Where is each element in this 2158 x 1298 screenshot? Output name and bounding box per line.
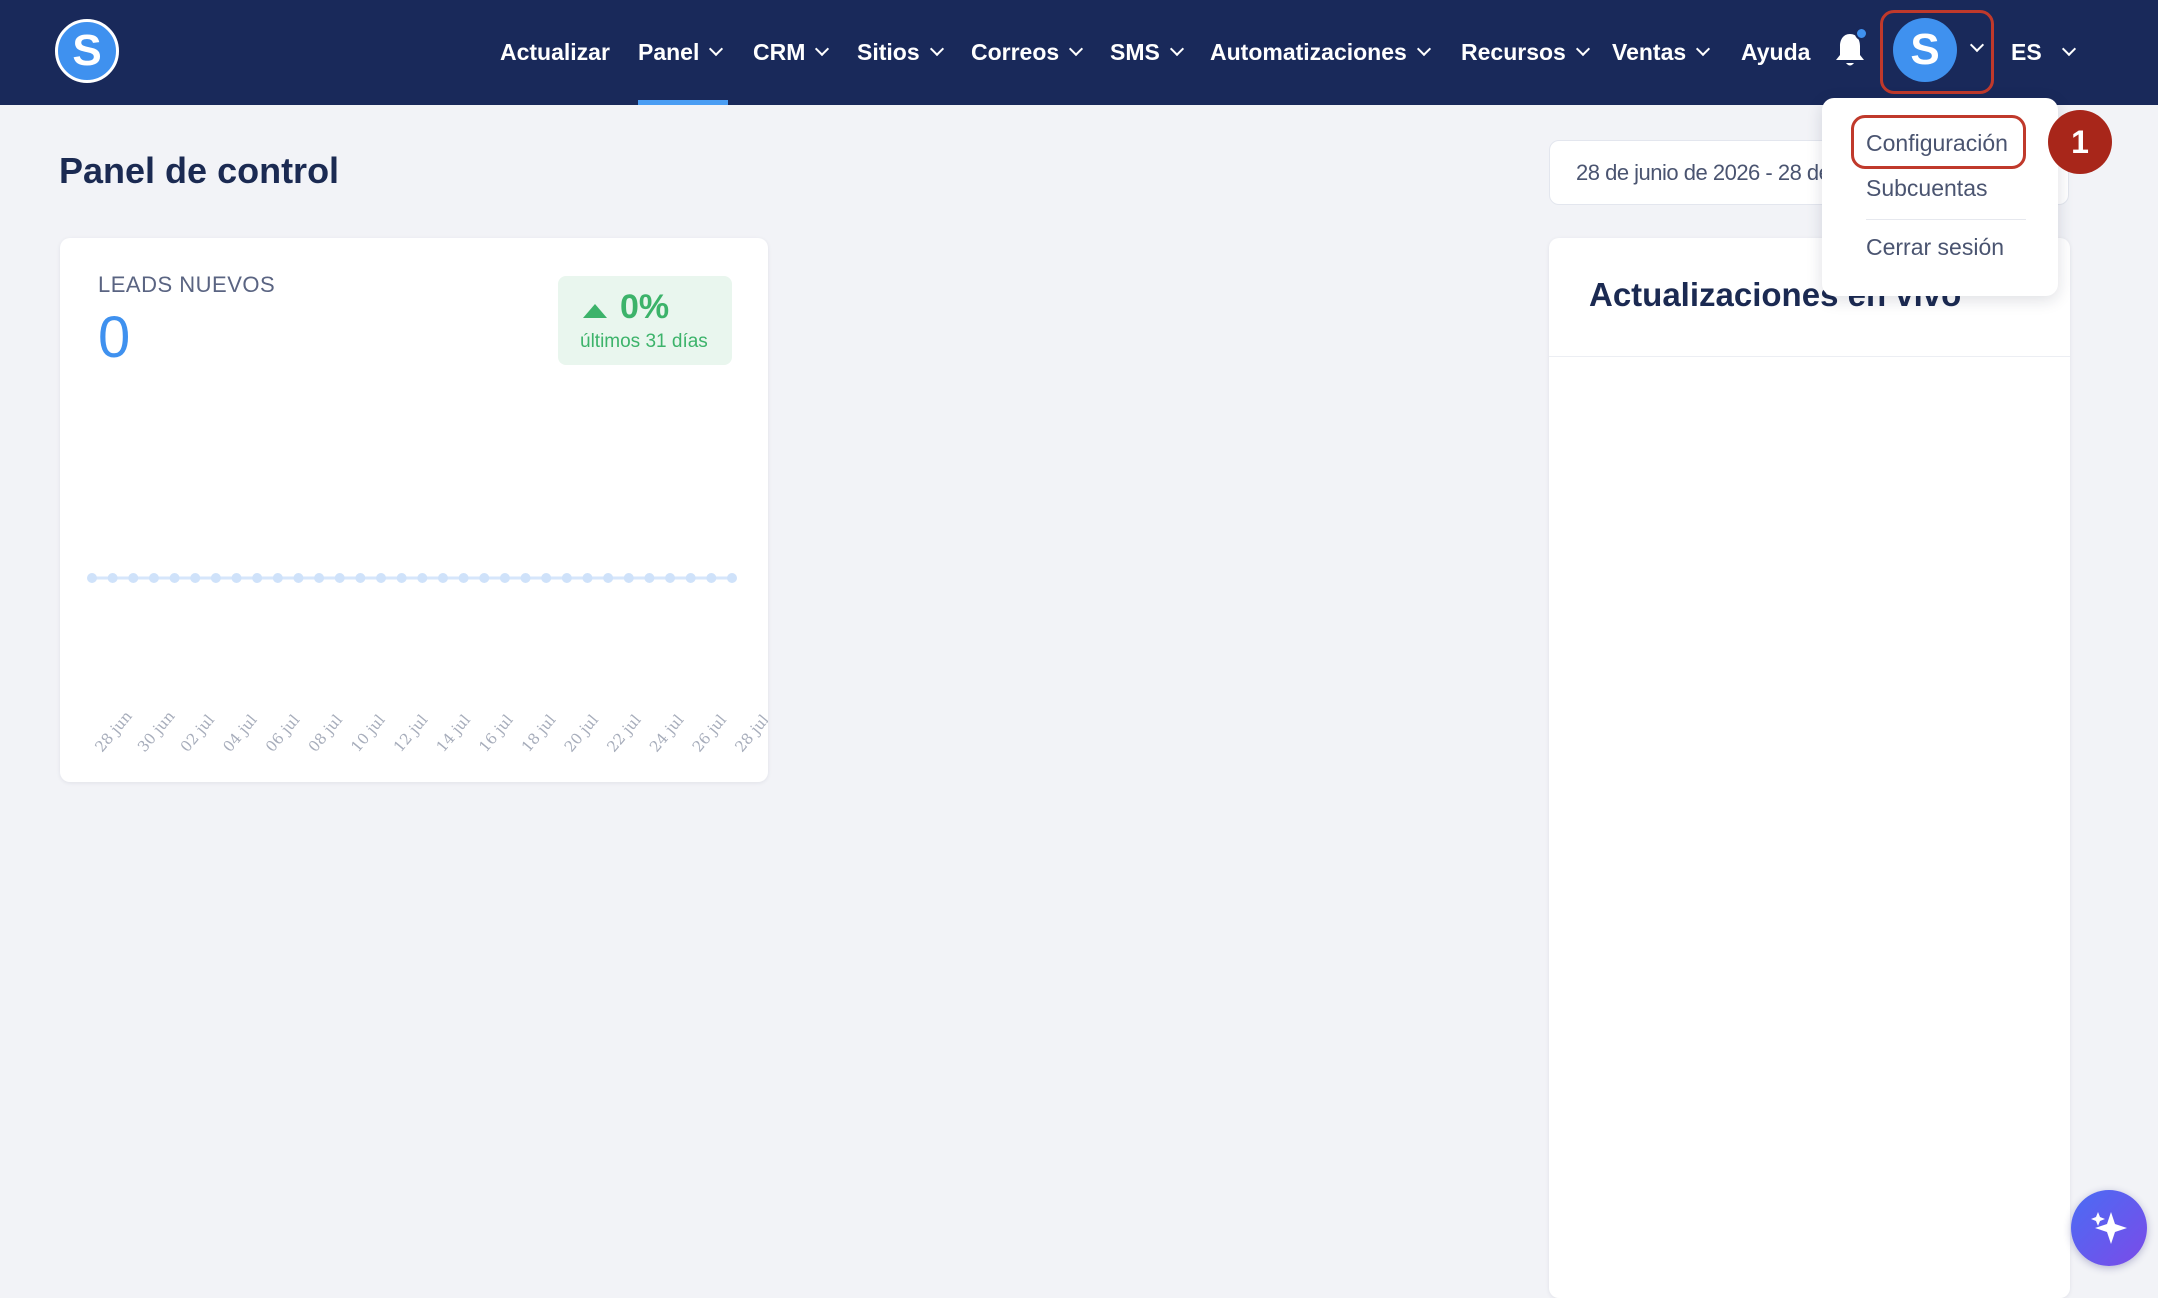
data-point [706,573,717,583]
data-point [376,573,387,583]
nav-item-ayuda[interactable]: Ayuda [1741,0,1810,105]
data-point [417,573,428,583]
live-updates-card: Actualizaciones en vivo [1549,238,2070,1298]
data-point [396,573,407,583]
nav-label: Ventas [1612,39,1687,65]
ai-assistant-button[interactable] [2071,1190,2147,1266]
nav-item-crm[interactable]: CRM [753,0,830,105]
nav-label: Correos [971,39,1060,65]
data-point [541,573,552,583]
leads-card: LEADS NUEVOS 0 0% últimos 31 días 28 jun… [60,238,768,782]
leads-chart: 28 jun30 jun02 jul 04 jul 06 jul 08 jul 10 j… [87,573,768,756]
notification-dot [1855,27,1868,40]
nav-label: Automatizaciones [1210,39,1407,65]
data-point [128,573,139,583]
menu-item-highlight [1851,115,2026,169]
page-title: Panel de control [59,150,340,191]
nav-label: Recursos [1461,39,1566,65]
nav-label: SMS [1110,39,1160,65]
data-point [293,573,304,583]
avatar[interactable]: S [1893,18,1957,82]
x-tick-label: 28 jun [91,707,136,755]
step-number: 1 [2071,123,2089,160]
chevron-down-icon [815,41,830,57]
data-point [107,573,118,583]
data-point [727,573,737,583]
x-tick-label: 24 jul [646,711,688,756]
data-point [479,573,490,583]
divider [1866,219,2026,220]
x-tick-label: 14 jul [433,711,475,756]
data-point [458,573,469,583]
chevron-down-icon [2061,41,2076,57]
nav-item-automatizaciones[interactable]: Automatizaciones [1210,0,1431,105]
chevron-down-icon [1696,41,1711,57]
nav-item-ventas[interactable]: Ventas [1612,0,1711,105]
x-tick-label: 06 jul [262,711,304,756]
active-tab-indicator [638,100,728,105]
data-point [561,573,572,583]
x-tick-label: 10 jul [347,711,389,756]
top-navbar: S Actualizar Panel CRM Sitios Correos SM… [0,0,2158,105]
chevron-down-icon [709,41,724,57]
data-point [603,573,614,583]
x-tick-label: 02 jul [177,711,219,756]
x-tick-label: 28 jul [731,711,768,756]
data-point [520,573,531,583]
data-point [499,573,510,583]
data-point [623,573,634,583]
data-point [314,573,325,583]
data-point [355,573,366,583]
data-point [644,573,655,583]
data-point [582,573,593,583]
x-tick-label: 08 jul [305,711,347,756]
chevron-down-icon [1575,41,1590,57]
x-tick-label: 04 jul [219,711,261,756]
x-tick-label: 22 jul [603,711,645,756]
x-tick-label: 20 jul [561,711,603,756]
data-point [190,573,201,583]
x-tick-label: 18 jul [518,711,560,756]
chevron-down-icon [1416,41,1431,57]
x-tick-label: 16 jul [475,711,517,756]
data-point [252,573,263,583]
nav-item-recursos[interactable]: Recursos [1461,0,1590,105]
avatar-letter: S [1910,25,1940,74]
nav-label: Ayuda [1741,39,1811,65]
step-badge: 1 [2048,110,2112,174]
data-point [87,573,97,583]
language-selector[interactable]: ES [2011,0,2076,105]
data-point [148,573,159,583]
chevron-down-icon [1069,41,1084,57]
nav-label: Panel [638,39,700,65]
nav-item-panel[interactable]: Panel [638,0,724,105]
data-point [334,573,345,583]
data-point [685,573,696,583]
x-tick-label: 30 jun [134,707,179,755]
menu-item-subcuentas[interactable]: Subcuentas [1866,175,1987,202]
chevron-down-icon [1169,41,1184,57]
language-label: ES [2011,39,2042,65]
nav-label: CRM [753,39,806,65]
nav-item-sms[interactable]: SMS [1110,0,1184,105]
nav-item-correos[interactable]: Correos [971,0,1084,105]
menu-item-cerrar-sesion[interactable]: Cerrar sesión [1866,234,2004,261]
data-point [272,573,283,583]
x-tick-label: 26 jul [689,711,731,756]
data-point [665,573,676,583]
nav-item-sitios[interactable]: Sitios [857,0,944,105]
sparkles-icon [2091,1212,2127,1244]
chevron-down-icon [929,41,944,57]
nav-label: Sitios [857,39,920,65]
data-point [231,573,242,583]
nav-item-actualizar[interactable]: Actualizar [500,0,610,105]
divider [1549,356,2070,357]
data-point [169,573,180,583]
nav-label: Actualizar [500,39,610,65]
data-point [210,573,221,583]
data-point [437,573,448,583]
x-tick-label: 12 jul [390,711,432,756]
